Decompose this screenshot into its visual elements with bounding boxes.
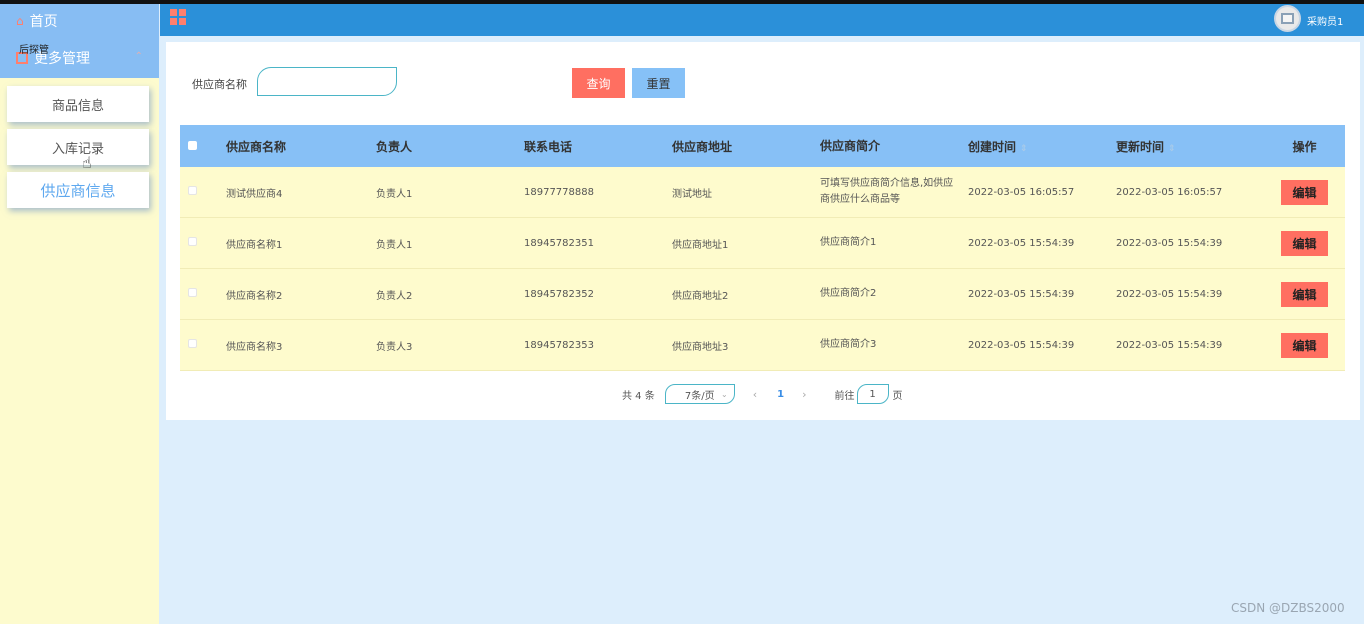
cell-created: 2022-03-05 15:54:39 <box>968 237 1075 249</box>
sidebar-item-home[interactable]: ⌂ 首页 <box>0 4 159 37</box>
cell-phone: 18977778888 <box>524 186 594 198</box>
grid-menu-icon[interactable] <box>170 9 186 25</box>
query-button[interactable]: 查询 <box>572 68 625 98</box>
edit-button[interactable]: 编辑 <box>1281 230 1328 256</box>
cell-phone: 18945782351 <box>524 237 594 249</box>
cell-intro: 可填写供应商简介信息,如供应商供应什么商品等 <box>820 178 954 205</box>
sidebar-item-label: 商品信息 <box>51 98 104 114</box>
goto-prefix: 前往 <box>834 390 855 402</box>
select-all-cell <box>180 139 226 153</box>
cell-address: 供应商地址2 <box>672 290 729 302</box>
watermark: CSDN @DZBS2000 <box>1231 601 1345 615</box>
cell-owner: 负责人2 <box>376 290 413 302</box>
cell-intro: 供应商简介2 <box>820 288 877 299</box>
cell-phone: 18945782353 <box>524 339 594 351</box>
cell-updated: 2022-03-05 15:54:39 <box>1116 339 1223 351</box>
cell-address: 供应商地址1 <box>672 239 729 251</box>
col-created[interactable]: 创建时间 ⇕ <box>968 138 1116 155</box>
table-header: 供应商名称 负责人 联系电话 供应商地址 供应商简介 创建时间 ⇕ 更新时间 ⇕ 操… <box>180 125 1345 167</box>
row-checkbox[interactable] <box>188 339 197 348</box>
sidebar-group-more-management[interactable]: 后探管 更多管理 ⌃ <box>0 37 159 78</box>
col-owner: 负责人 <box>376 139 413 154</box>
cell-updated: 2022-03-05 16:05:57 <box>1116 186 1223 198</box>
goto-suffix: 页 <box>892 390 903 402</box>
main-card: 供应商名称 查询 重置 供应商名称 负责人 联系电话 供应商地址 供应商简介 创… <box>166 42 1360 420</box>
reset-button[interactable]: 重置 <box>632 68 685 98</box>
page-number[interactable]: 1 <box>777 389 784 400</box>
col-updated-label: 更新时间 <box>1116 139 1165 154</box>
sidebar-item-home-label: 首页 <box>29 13 58 30</box>
cell-supplier-name: 供应商名称3 <box>226 341 283 353</box>
pagination: 共 4 条 7条/页 ⌄ ‹ 1 › 前往 1 页 <box>622 384 903 404</box>
top-header: 采购员1 <box>160 4 1364 36</box>
avatar[interactable] <box>1274 5 1301 32</box>
home-icon: ⌂ <box>16 13 24 28</box>
table-row: 供应商名称2 负责人2 18945782352 供应商地址2 供应商简介2 20… <box>180 269 1345 320</box>
sidebar: ⌂ 首页 后探管 更多管理 ⌃ 商品信息 入库记录 供应商信息 ☝ <box>0 4 159 624</box>
cell-owner: 负责人1 <box>376 239 413 251</box>
sidebar-item-product-info[interactable]: 商品信息 <box>7 86 149 122</box>
table-row: 供应商名称1 负责人1 18945782351 供应商地址1 供应商简介1 20… <box>180 218 1345 269</box>
col-intro: 供应商简介 <box>820 139 881 153</box>
cell-owner: 负责人1 <box>376 188 413 200</box>
cell-supplier-name: 供应商名称1 <box>226 239 283 251</box>
sidebar-item-supplier-info[interactable]: 供应商信息 <box>7 172 149 208</box>
search-label: 供应商名称 <box>192 78 247 91</box>
col-phone: 联系电话 <box>524 139 573 154</box>
cell-supplier-name: 供应商名称2 <box>226 290 283 302</box>
user-name[interactable]: 采购员1 <box>1307 13 1343 28</box>
cell-created: 2022-03-05 15:54:39 <box>968 339 1075 351</box>
supplier-table: 供应商名称 负责人 联系电话 供应商地址 供应商简介 创建时间 ⇕ 更新时间 ⇕ 操… <box>180 125 1345 371</box>
cell-created: 2022-03-05 16:05:57 <box>968 186 1075 198</box>
pagination-total: 共 4 条 <box>622 390 655 402</box>
row-checkbox[interactable] <box>188 186 197 195</box>
hand-cursor-icon: ☝ <box>82 153 92 172</box>
sort-icon[interactable]: ⇕ <box>1168 144 1176 154</box>
col-updated[interactable]: 更新时间 ⇕ <box>1116 138 1264 155</box>
cell-address: 供应商地址3 <box>672 341 729 353</box>
row-checkbox[interactable] <box>188 237 197 246</box>
sidebar-submenu: 商品信息 入库记录 供应商信息 <box>0 78 159 223</box>
col-action: 操作 <box>1292 139 1317 154</box>
cell-updated: 2022-03-05 15:54:39 <box>1116 237 1223 249</box>
cell-intro: 供应商简介1 <box>820 237 877 248</box>
cell-supplier-name: 测试供应商4 <box>226 188 283 200</box>
cell-owner: 负责人3 <box>376 341 413 353</box>
sort-icon[interactable]: ⇕ <box>1020 144 1028 154</box>
sidebar-item-label: 供应商信息 <box>40 181 116 200</box>
edit-button[interactable]: 编辑 <box>1281 332 1328 358</box>
sidebar-tooltip: 后探管 <box>19 45 49 56</box>
table-row: 测试供应商4 负责人1 18977778888 测试地址 可填写供应商简介信息,… <box>180 167 1345 218</box>
edit-button[interactable]: 编辑 <box>1281 179 1328 205</box>
table-row: 供应商名称3 负责人3 18945782353 供应商地址3 供应商简介3 20… <box>180 320 1345 371</box>
sidebar-item-inbound-records[interactable]: 入库记录 <box>7 129 149 165</box>
page-size-value: 7条/页 <box>684 390 715 402</box>
prev-page-icon[interactable]: ‹ <box>753 388 757 401</box>
col-address: 供应商地址 <box>672 139 733 154</box>
row-checkbox[interactable] <box>188 288 197 297</box>
col-created-label: 创建时间 <box>968 139 1017 154</box>
page-size-select[interactable]: 7条/页 ⌄ <box>664 384 735 404</box>
cell-phone: 18945782352 <box>524 288 594 300</box>
image-icon <box>1281 13 1294 24</box>
select-all-checkbox[interactable] <box>188 141 197 150</box>
next-page-icon[interactable]: › <box>802 388 806 401</box>
cell-updated: 2022-03-05 15:54:39 <box>1116 288 1223 300</box>
chevron-up-icon[interactable]: ⌃ <box>135 51 143 62</box>
supplier-name-input[interactable] <box>257 67 397 96</box>
col-supplier-name: 供应商名称 <box>226 139 287 154</box>
cell-address: 测试地址 <box>672 188 712 200</box>
cell-intro: 供应商简介3 <box>820 339 877 350</box>
edit-button[interactable]: 编辑 <box>1281 281 1328 307</box>
sidebar-item-label: 入库记录 <box>51 141 104 157</box>
chevron-down-icon: ⌄ <box>721 389 728 399</box>
goto-page-input[interactable]: 1 <box>856 384 889 404</box>
cell-created: 2022-03-05 15:54:39 <box>968 288 1075 300</box>
